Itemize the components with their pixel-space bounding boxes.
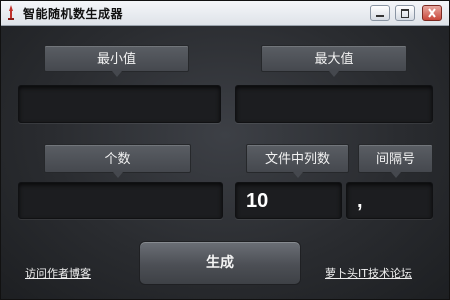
minimize-icon [376,15,384,17]
min-value-field[interactable] [18,85,221,123]
count-label-text: 个数 [104,152,131,167]
separator-label: 间隔号 [358,144,433,178]
columns-label: 文件中列数 [246,144,349,178]
min-value-label-text: 最小值 [96,52,136,67]
count-field[interactable] [18,182,223,219]
app-window: 智能随机数生成器 最小值 最大值 个数 文件中列数 间隔号 10 , 生成 访问… [0,0,450,300]
minimize-button[interactable] [370,5,390,21]
visit-author-blog-link[interactable]: 访问作者博客 [25,265,91,281]
columns-field[interactable]: 10 [235,182,342,219]
maximize-button[interactable] [395,5,415,21]
close-icon [428,8,436,18]
columns-label-text: 文件中列数 [264,152,330,167]
title-bar[interactable]: 智能随机数生成器 [1,1,449,26]
separator-field[interactable]: , [346,182,433,219]
close-button[interactable] [422,5,442,21]
count-label: 个数 [44,144,191,178]
forum-link[interactable]: 萝卜头IT技术论坛 [325,265,412,281]
separator-label-text: 间隔号 [375,152,415,167]
app-icon [8,5,14,20]
maximize-icon [401,9,409,18]
window-title: 智能随机数生成器 [23,7,124,21]
generate-button[interactable]: 生成 [139,241,301,285]
max-value-field[interactable] [235,85,433,123]
min-value-label: 最小值 [44,45,189,77]
max-value-label-text: 最大值 [314,52,354,67]
max-value-label: 最大值 [261,45,407,77]
